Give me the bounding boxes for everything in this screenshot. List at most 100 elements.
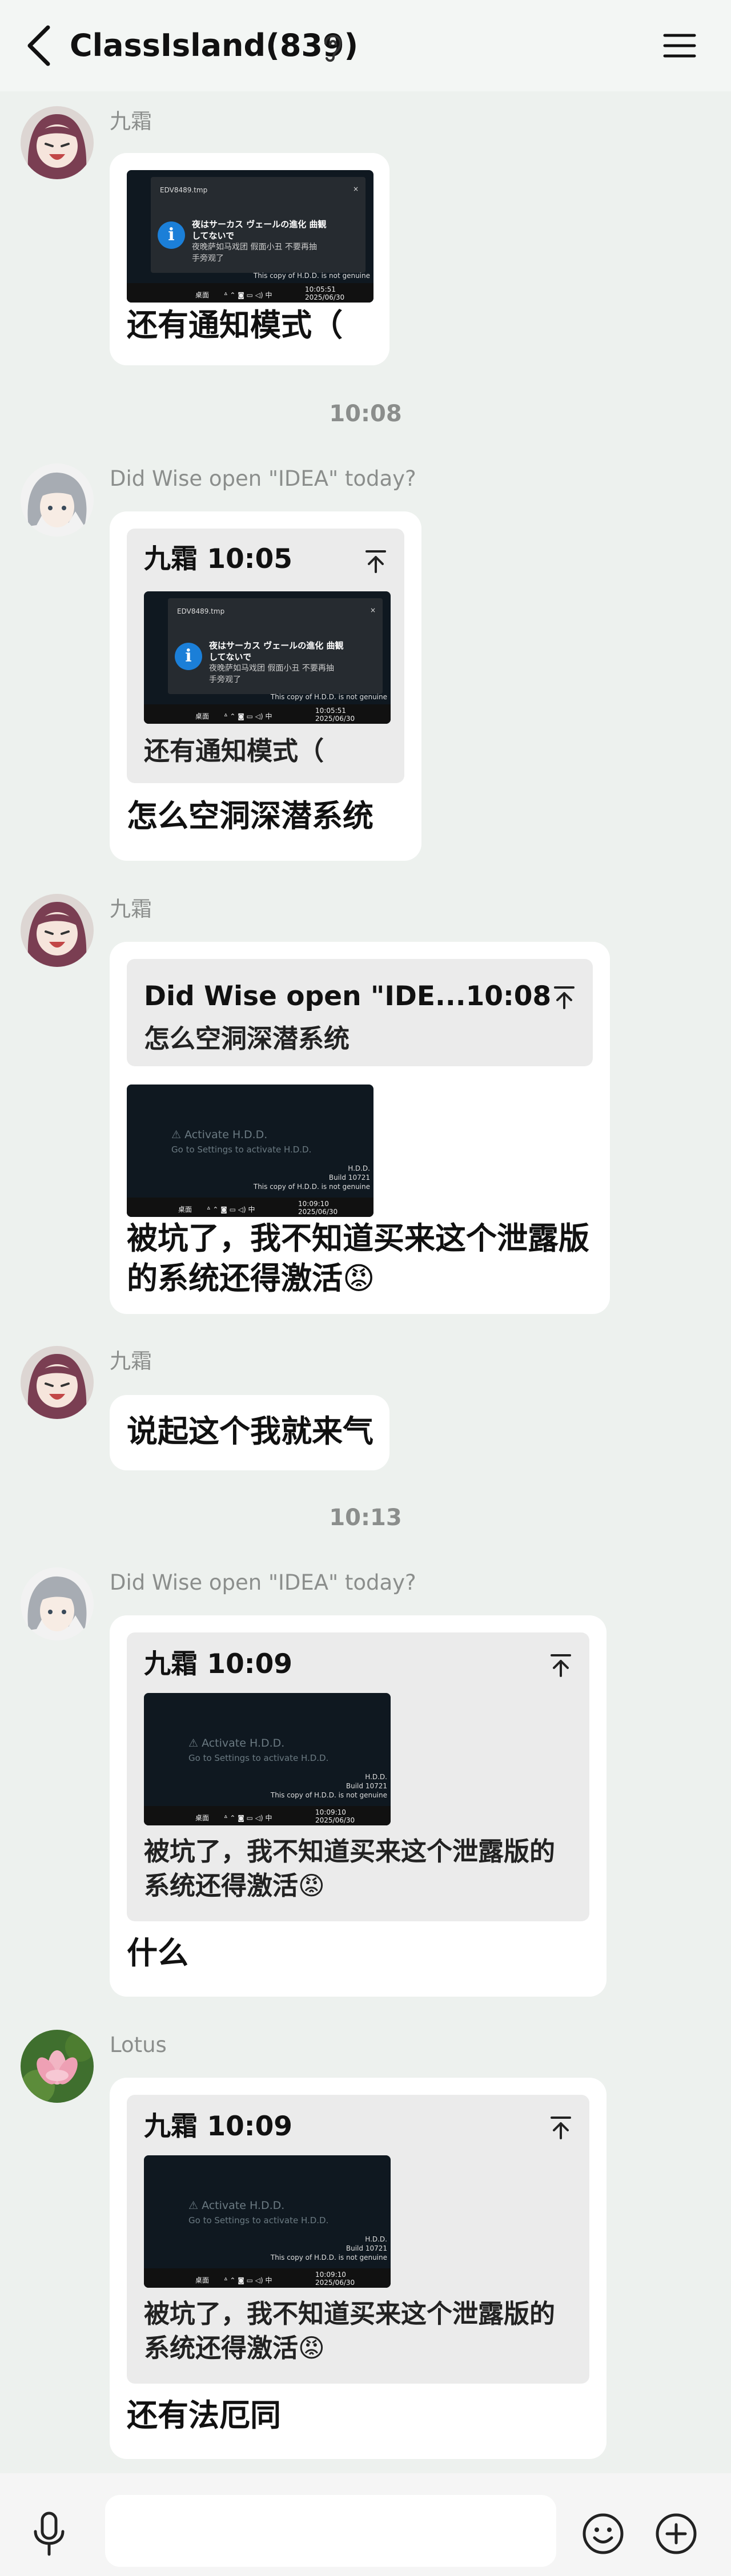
message-text: 还有通知模式（ [127, 307, 343, 343]
taskbar-clock: 10:09:10 [315, 1808, 346, 1816]
back-chevron-icon[interactable] [23, 24, 57, 67]
sender-name: Lotus [110, 2033, 167, 2057]
toast-head: してないで [209, 652, 252, 662]
quote-text: 被坑了，我不知道买来这个泄露版的 [144, 1836, 556, 1867]
toast-file: EDV8489.tmp [177, 607, 225, 615]
activate-windows-text: ⚠ Activate H.D.D. [188, 1737, 285, 1749]
microphone-icon[interactable] [32, 2511, 66, 2557]
quote-header: Did Wise open "IDE...10:08 [144, 981, 552, 1012]
taskbar: 桌面 ᐞ ⌃ ◙ ▭ ◁) 中 10:09:10 2025/06/30 [144, 1806, 391, 1825]
message-text: 什么 [127, 1935, 188, 1971]
message-bubble[interactable]: Did Wise open "IDE...10:08 怎么空洞深潜系统 ⚠ Ac… [110, 942, 610, 1314]
taskbar-label: 桌面 [195, 1814, 210, 1822]
sender-name: 九霜 [110, 897, 152, 921]
toast-head: 夜はサーカス ヴェールの進化 曲観 [209, 640, 344, 651]
activate-windows-subtext: Go to Settings to activate H.D.D. [188, 2215, 329, 2226]
watermark-text: H.D.D. [365, 2235, 387, 2243]
message-bubble[interactable]: 九霜 10:09 ⚠ Activate H.D.D. Go to Setting… [110, 1615, 607, 1997]
watermark-text: H.D.D. [348, 1164, 370, 1172]
taskbar-label: 桌面 [195, 291, 210, 299]
pin-to-top-icon[interactable] [553, 985, 576, 1010]
sender-name: Did Wise open "IDEA" today? [110, 1570, 416, 1595]
taskbar: 桌面 ᐞ ⌃ ◙ ▭ ◁) 中 10:09:10 2025/06/30 [127, 1198, 373, 1217]
message-input[interactable] [105, 2495, 556, 2567]
screenshot-image[interactable]: ⚠ Activate H.D.D. Go to Settings to acti… [127, 1085, 373, 1217]
toast-body: 手旁观了 [192, 254, 224, 263]
avatar-lotus[interactable] [21, 2030, 94, 2103]
smiley-icon[interactable] [581, 2512, 625, 2555]
quote-header: 九霜 10:09 [144, 2111, 292, 2142]
quoted-reply[interactable]: 九霜 10:09 ⚠ Activate H.D.D. Go to Setting… [127, 2095, 589, 2384]
sender-name: 九霜 [110, 109, 152, 134]
activate-windows-text: ⚠ Activate H.D.D. [171, 1128, 268, 1141]
message-bubble[interactable]: 九霜 10:09 ⚠ Activate H.D.D. Go to Setting… [110, 2078, 607, 2459]
taskbar-tray-icons: ᐞ ⌃ ◙ ▭ ◁) 中 [224, 1814, 272, 1822]
info-icon: i [158, 221, 185, 249]
watermark-text: This copy of H.D.D. is not genuine [270, 2254, 387, 2261]
taskbar-date: 2025/06/30 [305, 293, 345, 301]
quote-text: 系统还得激活😡 [144, 2333, 325, 2363]
quoted-reply[interactable]: Did Wise open "IDE...10:08 怎么空洞深潜系统 [127, 959, 593, 1066]
toast-head: してないで [192, 231, 235, 241]
avatar-jiushuang[interactable] [21, 894, 94, 967]
message-text: 怎么空洞深潜系统 [127, 798, 373, 834]
message-text: 被坑了，我不知道买来这个泄露版 [127, 1220, 589, 1256]
chat-header: ClassIsland(839) [0, 0, 731, 91]
taskbar-label: 桌面 [195, 712, 210, 720]
activate-windows-subtext: Go to Settings to activate H.D.D. [188, 1753, 329, 1763]
input-bar [0, 2473, 731, 2576]
taskbar-tray-icons: ᐞ ⌃ ◙ ▭ ◁) 中 [224, 2276, 272, 2284]
toast-notification: EDV8489.tmp × i 夜はサーカス ヴェールの進化 曲観 してないで … [168, 598, 383, 694]
quoted-reply[interactable]: 九霜 10:05 EDV8489.tmp × i 夜はサーカス ヴェールの進化 … [127, 529, 404, 783]
chat-title[interactable]: ClassIsland(839) [70, 26, 358, 65]
avatar-jiushuang[interactable] [21, 106, 94, 179]
watermark-text: H.D.D. [365, 1773, 387, 1781]
ear-icon[interactable] [321, 30, 344, 64]
quoted-reply[interactable]: 九霜 10:09 ⚠ Activate H.D.D. Go to Setting… [127, 1632, 589, 1921]
taskbar-date: 2025/06/30 [298, 1208, 338, 1216]
screenshot-image[interactable]: EDV8489.tmp × i 夜はサーカス ヴェールの進化 曲観 してないで … [144, 591, 391, 724]
taskbar-date: 2025/06/30 [315, 1816, 355, 1824]
time-separator: 10:13 [329, 1505, 402, 1531]
toast-notification: EDV8489.tmp × i 夜はサーカス ヴェールの進化 曲観 してないで … [151, 177, 366, 273]
message-bubble[interactable]: 说起这个我就来气 [110, 1395, 389, 1470]
taskbar-label: 桌面 [195, 2276, 210, 2284]
taskbar: 桌面 ᐞ ⌃ ◙ ▭ ◁) 中 10:05:51 2025/06/30 [144, 704, 391, 724]
quote-text: 被坑了，我不知道买来这个泄露版的 [144, 2299, 556, 2329]
avatar-did-wise[interactable] [21, 463, 94, 537]
pin-to-top-icon[interactable] [549, 1653, 572, 1678]
taskbar: 桌面 ᐞ ⌃ ◙ ▭ ◁) 中 10:05:51 2025/06/30 [127, 283, 373, 303]
toast-body: 夜晚萨如马戏团 假面小丑 不要再抽 [192, 243, 317, 252]
taskbar-clock: 10:05:51 [315, 707, 346, 715]
taskbar: 桌面 ᐞ ⌃ ◙ ▭ ◁) 中 10:09:10 2025/06/30 [144, 2268, 391, 2288]
quote-header: 九霜 10:05 [144, 543, 292, 575]
watermark-text: This copy of H.D.D. is not genuine [253, 272, 370, 280]
watermark-text: This copy of H.D.D. is not genuine [270, 693, 387, 701]
message-bubble[interactable]: EDV8489.tmp × i 夜はサーカス ヴェールの進化 曲観 してないで … [110, 153, 389, 365]
toast-close-icon: × [353, 185, 359, 193]
sender-name: 九霜 [110, 1349, 152, 1373]
message-bubble[interactable]: 九霜 10:05 EDV8489.tmp × i 夜はサーカス ヴェールの進化 … [110, 511, 421, 861]
avatar-jiushuang[interactable] [21, 1346, 94, 1419]
quote-text: 系统还得激活😡 [144, 1870, 325, 1901]
message-text: 说起这个我就来气 [127, 1413, 373, 1449]
taskbar-clock: 10:05:51 [305, 285, 336, 293]
plus-circle-icon[interactable] [654, 2512, 698, 2555]
pin-to-top-icon[interactable] [549, 2115, 572, 2140]
message-text: 的系统还得激活😡 [127, 1260, 375, 1296]
toast-head: 夜はサーカス ヴェールの進化 曲観 [192, 219, 327, 229]
screenshot-image[interactable]: ⚠ Activate H.D.D. Go to Settings to acti… [144, 2155, 391, 2288]
watermark-text: Build 10721 [346, 2244, 387, 2252]
taskbar-clock: 10:09:10 [315, 2271, 346, 2279]
hamburger-menu-icon[interactable] [661, 29, 698, 63]
watermark-text: Build 10721 [328, 1174, 370, 1182]
watermark-text: This copy of H.D.D. is not genuine [270, 1791, 387, 1799]
avatar-did-wise[interactable] [21, 1567, 94, 1640]
pin-to-top-icon[interactable] [364, 549, 387, 574]
message-text: 还有法厄同 [127, 2397, 281, 2433]
screenshot-image[interactable]: EDV8489.tmp × i 夜はサーカス ヴェールの進化 曲観 してないで … [127, 170, 373, 303]
info-icon: i [175, 643, 202, 670]
activate-windows-subtext: Go to Settings to activate H.D.D. [171, 1144, 312, 1155]
screenshot-image[interactable]: ⚠ Activate H.D.D. Go to Settings to acti… [144, 1693, 391, 1825]
quote-header: 九霜 10:09 [144, 1648, 292, 1680]
